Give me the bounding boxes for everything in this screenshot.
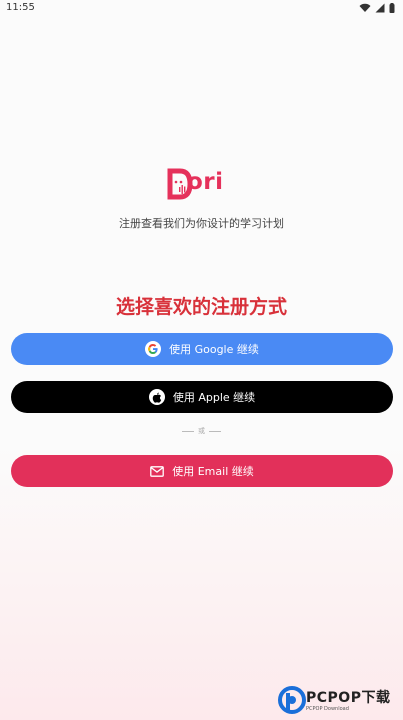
battery-icon [389,3,395,13]
or-label: 或 [198,427,205,435]
google-signin-label: 使用 Google 继续 [169,343,259,356]
mail-icon [150,465,165,477]
subtitle: 注册查看我们为你设计的学习计划 [119,217,284,230]
status-bar: 11:55 [0,0,403,18]
watermark-text: PCPOP下载 [306,690,391,706]
page-title: 选择喜欢的注册方式 [115,296,287,318]
apple-icon [148,389,165,405]
divider-line-right [209,430,221,432]
status-icons [359,3,395,13]
google-icon [145,341,162,357]
wifi-icon [359,3,371,12]
apple-signin-label: 使用 Apple 继续 [172,391,256,404]
apple-signin-button[interactable]: 使用 Apple 继续 [11,381,393,413]
or-divider: 或 [0,426,403,436]
status-time: 11:55 [6,2,35,13]
divider-line-left [182,430,194,432]
email-signin-label: 使用 Email 继续 [172,465,254,478]
signal-icon [375,3,385,13]
watermark-subtext: PCPOP Download [306,706,349,712]
email-signin-button[interactable]: 使用 Email 继续 [11,455,393,487]
app-logo-text: ori [187,169,224,195]
google-signin-button[interactable]: 使用 Google 继续 [11,333,393,365]
